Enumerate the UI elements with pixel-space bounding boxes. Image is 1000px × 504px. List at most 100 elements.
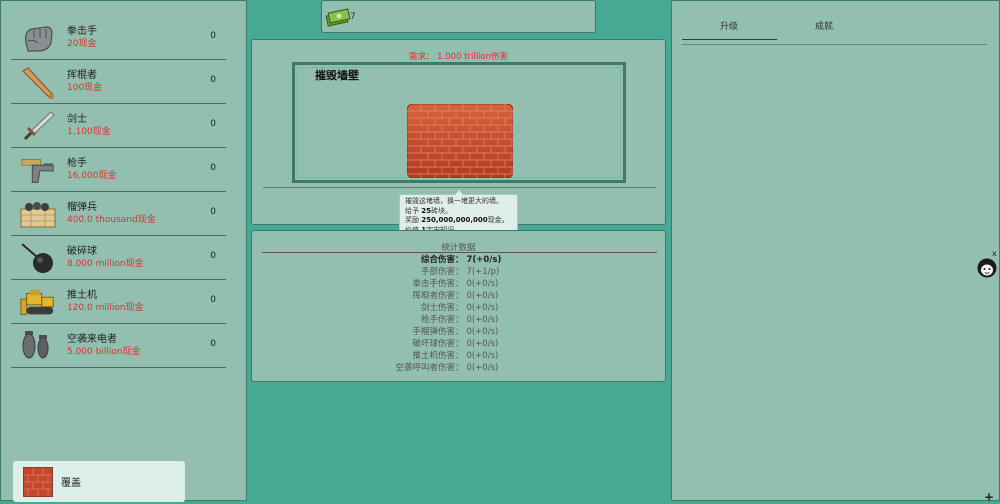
sword-icon [19, 108, 57, 144]
tooltip-text: 奖励 [405, 216, 422, 224]
stat-value: 7(+0/s) [466, 255, 502, 265]
tooltip-text: 现金。 [487, 216, 509, 224]
overlay-label: 覆盖 [61, 478, 81, 489]
wall-frame: 摧毁墙壁 [292, 62, 626, 183]
store-item-price: 8.000 million现金 [67, 259, 144, 269]
store-item-swordsman[interactable]: 剑士 1,100现金 0 [11, 104, 226, 148]
stat-row: 拳击手伤害： 0(+0/s) [252, 278, 665, 290]
tooltip-cash: 250,000,000,000 [421, 216, 488, 224]
stat-row: 手榴弹伤害： 0(+0/s) [252, 326, 665, 338]
store-item-price: 120.0 million现金 [67, 303, 144, 313]
store-item-price: 16,000现金 [67, 171, 117, 181]
tooltip-text: 给予 [405, 206, 422, 215]
store-item-name: 剑士 [67, 114, 87, 125]
store-item-count: 0 [210, 295, 216, 305]
stat-row: 剑士伤害： 0(+0/s) [252, 302, 665, 314]
store-item-count: 0 [210, 119, 216, 129]
store-item-count: 0 [210, 339, 216, 349]
wall-tooltip: 摧毁这堵墙，换一堵更大的墙。 给予 25砖块。 奖励 250,000,000,0… [399, 190, 518, 234]
stat-row: 空袭呼叫者伤害： 0(+0/s) [252, 362, 665, 374]
active-tab-indicator [682, 39, 777, 40]
store-item-count: 0 [210, 75, 216, 85]
wall-title: 摧毁墙壁 [315, 69, 359, 82]
brick-wall[interactable] [407, 104, 513, 178]
store-item-airstrike-caller[interactable]: 空袭来电者 5.000 billion现金 0 [11, 324, 226, 368]
store-item-name: 挥棍者 [67, 70, 97, 81]
stat-value: 0(+0/s) [466, 291, 499, 301]
stat-label: 手榴弹伤害： [412, 327, 464, 337]
brick-thumbnail-icon [23, 466, 53, 497]
store-item-grenadier[interactable]: 榴弹兵 400.0 thousand现金 0 [11, 192, 226, 236]
store-item-price: 1,100现金 [67, 127, 111, 137]
avatar-icon[interactable] [977, 258, 997, 278]
wrecking-ball-icon [19, 240, 57, 276]
grenade-crate-icon [19, 196, 57, 232]
store-item-name: 枪手 [67, 158, 87, 169]
tooltip-line: 给予 25砖块。 [405, 207, 512, 217]
store-item-name: 推土机 [67, 290, 97, 301]
store-item-name: 拳击手 [67, 26, 97, 37]
tooltip-line: 摧毁这堵墙，换一堵更大的墙。 [405, 197, 512, 207]
money-bar: 7 [321, 0, 596, 33]
store-item-gunner[interactable]: 枪手 16,000现金 0 [11, 148, 226, 192]
gun-icon [19, 152, 57, 188]
store-item-bulldozer[interactable]: 推土机 120.0 million现金 0 [11, 280, 226, 324]
stat-label: 拳击手伤害： [412, 279, 464, 289]
cash-stack-icon [325, 6, 351, 31]
tooltip-line: 奖励 250,000,000,000现金。 [405, 216, 512, 226]
stat-value: 0(+0/s) [466, 279, 499, 289]
stat-label: 综合伤害： [420, 255, 464, 265]
stat-label: 推土机伤害： [412, 351, 464, 361]
store-list: 拳击手 20现金 0 挥棍者 100现金 0 剑士 1,100现金 0 枪手 1… [11, 16, 226, 368]
overlay-button[interactable]: 覆盖 [13, 461, 185, 502]
bomb-icon [19, 328, 57, 364]
tooltip-text: 摧毁这堵墙，换一堵更大的墙。 [405, 197, 503, 205]
wall-requirement: 需求： 1.000 trillion伤害 [408, 52, 509, 62]
store-item-count: 0 [210, 31, 216, 41]
stat-label: 挥棍者伤害： [412, 291, 464, 301]
stat-row: 挥棍者伤害： 0(+0/s) [252, 290, 665, 302]
stat-row: 破坏球伤害： 0(+0/s) [252, 338, 665, 350]
bulldozer-icon [19, 284, 57, 320]
store-item-price: 5.000 billion现金 [67, 347, 141, 357]
store-item-boxer[interactable]: 拳击手 20现金 0 [11, 16, 226, 60]
stat-label: 手部伤害： [420, 267, 464, 277]
stat-row: 枪手伤害： 0(+0/s) [252, 314, 665, 326]
stats-list: 综合伤害： 7(+0/s) 手部伤害： 7(+1/p) 拳击手伤害： 0(+0/s) … [252, 254, 665, 374]
money-value: 7 [350, 12, 356, 22]
store-item-count: 0 [210, 207, 216, 217]
stat-value: 0(+0/s) [466, 339, 499, 349]
tooltip-bricks: 25 [421, 206, 431, 215]
stat-label: 空袭呼叫者伤害： [395, 363, 464, 373]
close-icon[interactable]: x [992, 249, 997, 258]
stat-value: 0(+0/s) [466, 315, 499, 325]
tab-upgrades[interactable]: 升级 [720, 19, 738, 32]
bat-icon [19, 64, 57, 100]
stat-value: 7(+1/p) [466, 267, 500, 277]
store-item-wrecking-ball[interactable]: 破碎球 8.000 million现金 0 [11, 236, 226, 280]
store-item-name: 榴弹兵 [67, 202, 97, 213]
store-item-price: 400.0 thousand现金 [67, 215, 156, 225]
store-panel: 拳击手 20现金 0 挥棍者 100现金 0 剑士 1,100现金 0 枪手 1… [0, 0, 247, 502]
stat-value: 0(+0/s) [466, 327, 499, 337]
stat-value: 0(+0/s) [466, 351, 499, 361]
plus-icon[interactable]: + [984, 490, 994, 504]
tabs-divider [682, 44, 987, 45]
tab-achievements[interactable]: 成就 [815, 19, 833, 32]
store-item-price: 20现金 [67, 39, 97, 49]
tooltip-text: 砖块。 [430, 206, 452, 215]
stats-divider [262, 252, 657, 253]
store-item-price: 100现金 [67, 83, 103, 93]
stat-label: 枪手伤害： [420, 315, 464, 325]
stat-row: 推土机伤害： 0(+0/s) [252, 350, 665, 362]
stat-label: 破坏球伤害： [412, 339, 464, 349]
wall-divider [263, 187, 656, 188]
fist-icon [19, 20, 57, 56]
stat-row: 综合伤害： 7(+0/s) [252, 254, 665, 266]
store-item-batter[interactable]: 挥棍者 100现金 0 [11, 60, 226, 104]
stat-value: 0(+0/s) [466, 363, 499, 373]
stat-value: 0(+0/s) [466, 303, 499, 313]
store-item-count: 0 [210, 251, 216, 261]
stat-row: 手部伤害： 7(+1/p) [252, 266, 665, 278]
store-item-name: 空袭来电者 [67, 334, 117, 345]
